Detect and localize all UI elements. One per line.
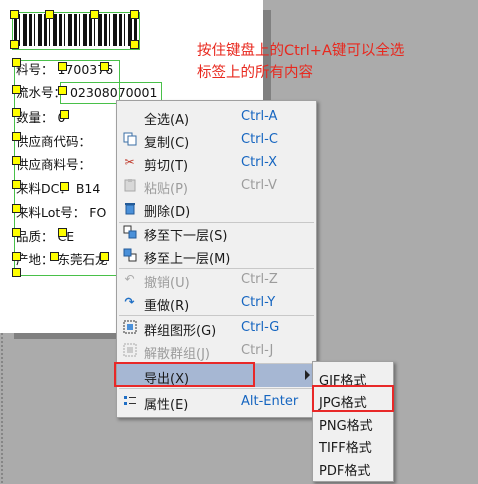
selection-handle[interactable] xyxy=(12,132,21,141)
annotation-note: 按住键盘上的Ctrl+A键可以全选标签上的所有内容 xyxy=(197,43,405,81)
menu-item-label: 属性(E) xyxy=(144,398,189,413)
layer-up-icon xyxy=(122,248,137,263)
selection-handle[interactable] xyxy=(12,85,21,94)
submenu-item-label: TIFF格式 xyxy=(319,441,372,456)
selection-handle[interactable] xyxy=(12,108,21,117)
selection-handle[interactable] xyxy=(100,252,109,261)
chevron-right-icon xyxy=(305,370,310,380)
jpg-callout-box xyxy=(312,385,394,412)
menu-item-label: 移至上一层(M) xyxy=(144,252,231,267)
submenu-pdf[interactable]: PDF格式 xyxy=(313,456,393,479)
menu-move-down[interactable]: 移至下一层(S) xyxy=(117,221,316,244)
submenu-tiff[interactable]: TIFF格式 xyxy=(313,433,393,456)
selection-handle[interactable] xyxy=(12,252,21,261)
ungroup-icon xyxy=(122,343,137,358)
selection-handle[interactable] xyxy=(12,204,21,213)
export-submenu: GIF格式 JPG格式 PNG格式 TIFF格式 PDF格式 xyxy=(312,361,394,482)
menu-item-shortcut: Ctrl-C xyxy=(241,132,278,147)
menu-copy[interactable]: 复制(C) Ctrl-C xyxy=(117,128,316,151)
selection-handle[interactable] xyxy=(58,86,67,95)
menu-item-label: 重做(R) xyxy=(144,299,190,314)
selection-handle[interactable] xyxy=(12,180,21,189)
selection-handle[interactable] xyxy=(12,58,21,67)
menu-item-label: 解散群组(J) xyxy=(144,347,210,362)
copy-icon xyxy=(122,132,137,147)
submenu-item-label: PNG格式 xyxy=(319,419,373,434)
selection-handle[interactable] xyxy=(60,182,69,191)
menu-item-label: 移至下一层(S) xyxy=(144,229,228,244)
export-callout-box xyxy=(114,362,255,387)
menu-item-shortcut: Ctrl-A xyxy=(241,109,278,124)
menu-undo[interactable]: ↶ 撤销(U) Ctrl-Z xyxy=(117,268,316,291)
menu-select-all[interactable]: 全选(A) Ctrl-A xyxy=(117,105,316,128)
selection-handle[interactable] xyxy=(60,110,69,119)
selection-handle[interactable] xyxy=(10,40,19,49)
menu-item-label: 剪切(T) xyxy=(144,159,189,174)
selection-handle[interactable] xyxy=(12,268,21,277)
menu-item-label: 粘贴(P) xyxy=(144,182,188,197)
menu-item-shortcut: Ctrl-V xyxy=(241,178,277,193)
menu-item-shortcut: Ctrl-Y xyxy=(241,295,276,310)
menu-redo[interactable]: ↷ 重做(R) Ctrl-Y xyxy=(117,291,316,314)
menu-delete[interactable]: 删除(D) xyxy=(117,197,316,220)
scissors-icon: ✂ xyxy=(124,155,135,169)
paste-icon xyxy=(122,178,137,193)
menu-item-shortcut: Alt-Enter xyxy=(241,394,299,409)
menu-ungroup[interactable]: 解散群组(J) Ctrl-J xyxy=(117,339,316,362)
selection-handle[interactable] xyxy=(45,10,54,19)
properties-icon xyxy=(122,394,137,409)
trash-icon xyxy=(122,201,137,216)
selection-handle[interactable] xyxy=(90,10,99,19)
menu-item-shortcut: Ctrl-Z xyxy=(241,272,278,287)
submenu-png[interactable]: PNG格式 xyxy=(313,411,393,434)
selection-handle[interactable] xyxy=(50,252,59,261)
selection-handle[interactable] xyxy=(12,228,21,237)
menu-move-up[interactable]: 移至上一层(M) xyxy=(117,244,316,267)
menu-item-shortcut: Ctrl-J xyxy=(241,343,274,358)
menu-item-shortcut: Ctrl-G xyxy=(241,320,280,335)
menu-item-label: 全选(A) xyxy=(144,113,190,128)
selection-handle[interactable] xyxy=(10,10,19,19)
selection-handle[interactable] xyxy=(130,10,139,19)
menu-item-label: 撤销(U) xyxy=(144,276,190,291)
layer-down-icon xyxy=(122,225,137,240)
group-icon xyxy=(122,320,137,335)
selection-handle[interactable] xyxy=(130,40,139,49)
selection-handle[interactable] xyxy=(100,62,109,71)
menu-group[interactable]: 群组图形(G) Ctrl-G xyxy=(117,316,316,339)
menu-item-label: 群组图形(G) xyxy=(144,324,217,339)
menu-cut[interactable]: ✂ 剪切(T) Ctrl-X xyxy=(117,151,316,174)
barcode-selection xyxy=(12,12,140,50)
redo-icon: ↷ xyxy=(124,295,135,309)
selection-handle[interactable] xyxy=(12,156,21,165)
menu-separator xyxy=(119,388,314,389)
menu-properties[interactable]: 属性(E) Alt-Enter xyxy=(117,390,316,413)
menu-item-label: 复制(C) xyxy=(144,136,190,151)
selection-handle[interactable] xyxy=(58,62,67,71)
menu-item-label: 删除(D) xyxy=(144,205,191,220)
selection-handle[interactable] xyxy=(58,228,67,237)
undo-icon: ↶ xyxy=(124,272,135,286)
menu-item-shortcut: Ctrl-X xyxy=(241,155,278,170)
menu-paste[interactable]: 粘贴(P) Ctrl-V xyxy=(117,174,316,197)
submenu-item-label: PDF格式 xyxy=(319,464,371,479)
